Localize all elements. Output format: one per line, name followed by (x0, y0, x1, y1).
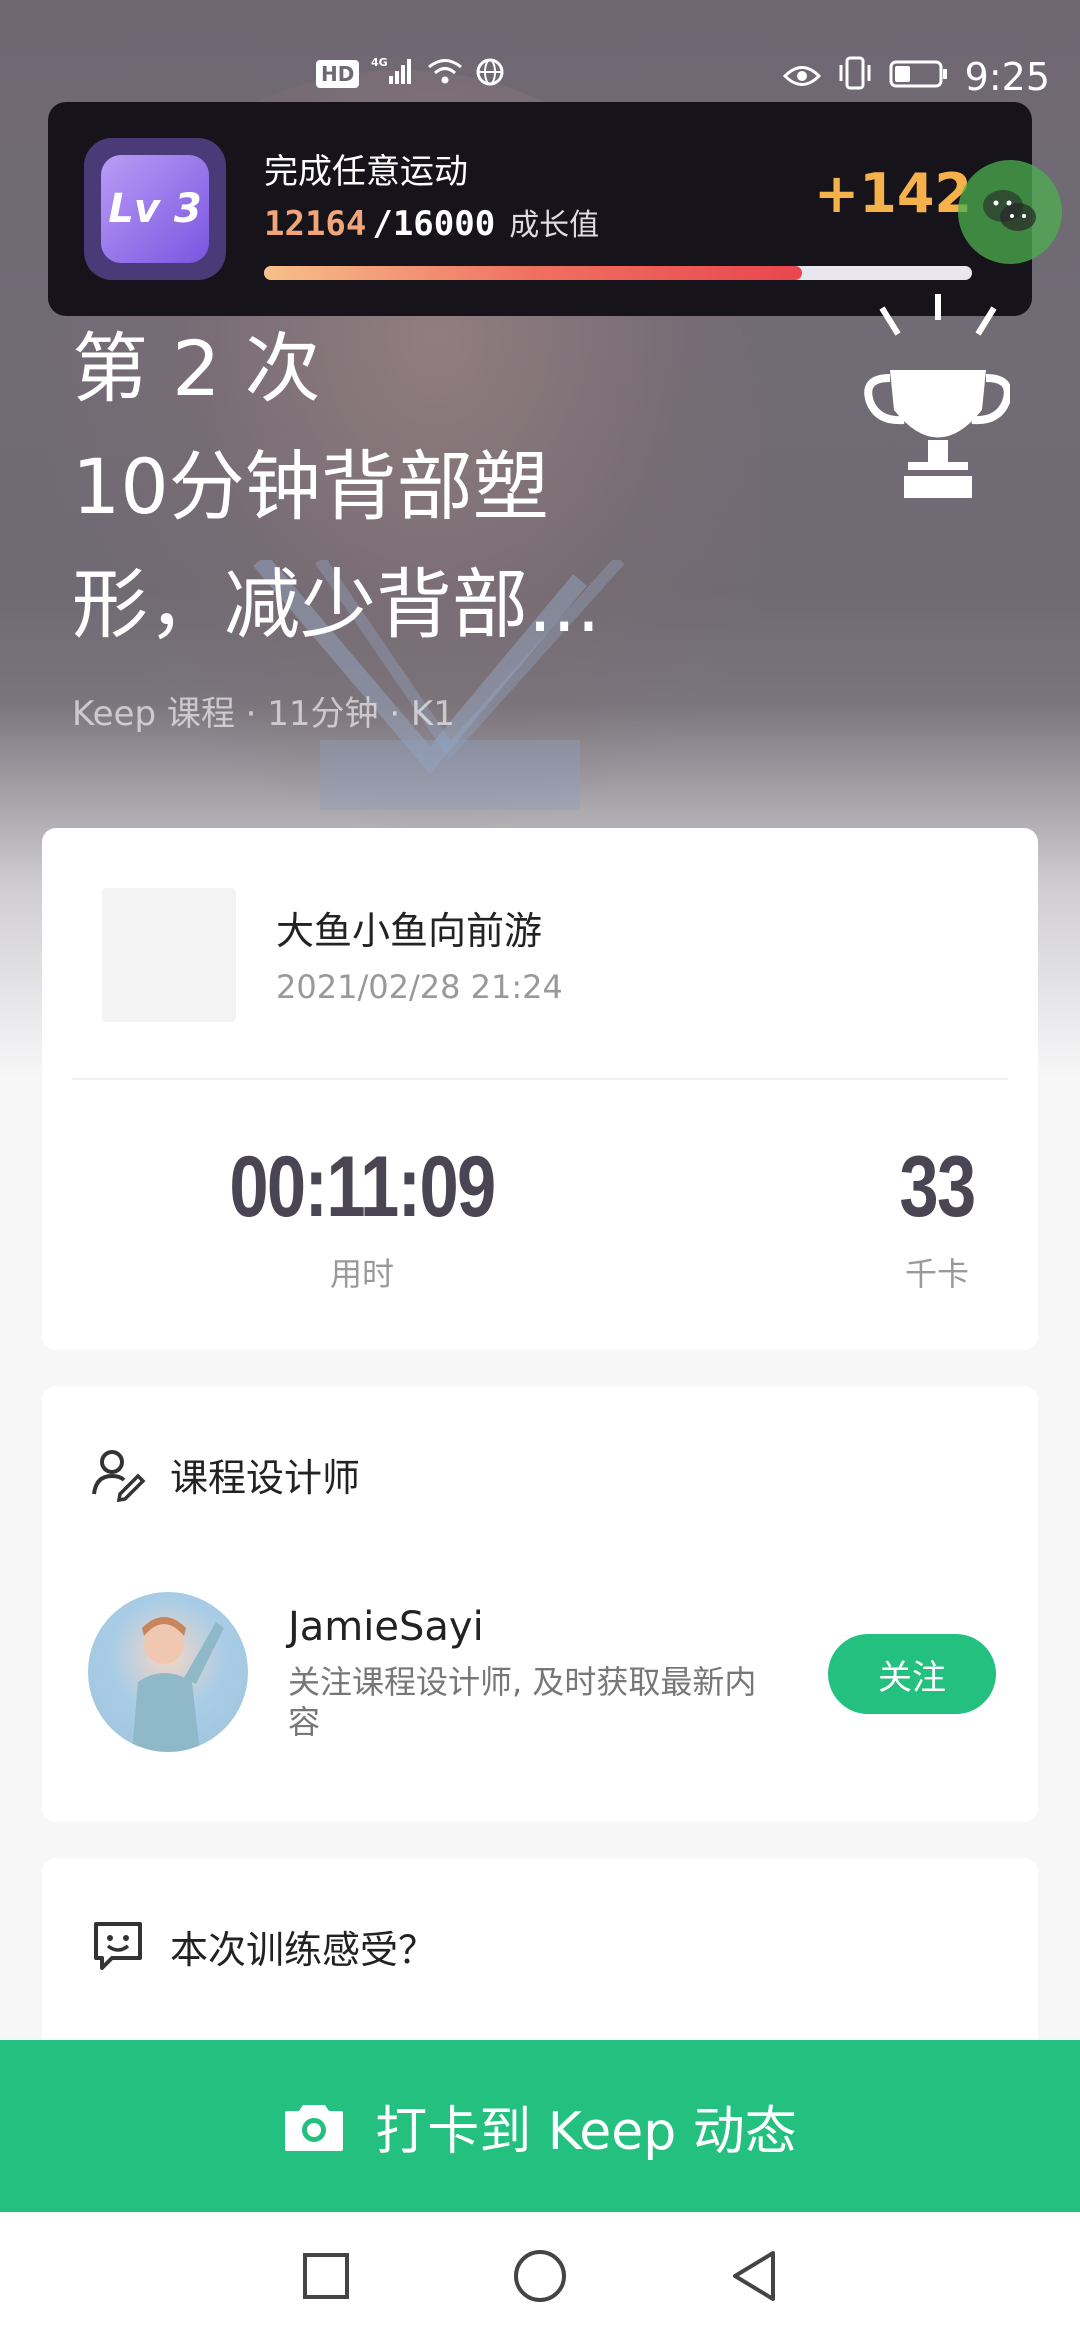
duration-label: 用时 (329, 1255, 394, 1293)
growth-total: /16000 (372, 204, 496, 244)
growth-progress-text: 12164 /16000 成长值 (264, 200, 599, 244)
home-circle-icon[interactable] (512, 2248, 568, 2304)
vibrate-icon (837, 56, 873, 99)
level-badge: Lv 3 (84, 138, 226, 280)
calories-value: 33 (899, 1139, 976, 1235)
designer-section-header: 课程设计师 (90, 1446, 360, 1502)
calories-label: 千卡 (904, 1255, 969, 1293)
duration-value: 00:11:09 (229, 1139, 496, 1235)
achievement-toast[interactable]: Lv 3 完成任意运动 12164 /16000 成长值 +142 (48, 102, 1032, 316)
wechat-share-button[interactable] (958, 160, 1062, 264)
achievement-title: 完成任意运动 (264, 152, 468, 192)
points-gained: +142 (814, 162, 972, 225)
camera-icon (285, 2105, 344, 2151)
eye-comfort-icon (782, 57, 821, 98)
user-name[interactable]: 大鱼小鱼向前游 (276, 900, 542, 955)
workout-summary-card: 大鱼小鱼向前游 2021/02/28 21:24 00:11:09 用时 33 … (42, 828, 1038, 1350)
growth-progress-fill (264, 266, 803, 280)
designer-photo (132, 1617, 224, 1752)
stat-duration: 00:11:09 用时 (172, 1138, 552, 1295)
status-time: 9:25 (964, 55, 1050, 99)
course-title-block: 第 2 次 10分钟背部塑形，减少背部... (72, 310, 692, 664)
trophy-icon (864, 294, 1010, 498)
check-in-label: 打卡到 Keep 动态 (375, 2101, 797, 2162)
level-label: Lv 3 (101, 155, 209, 263)
designer-name[interactable]: JamieSayi (288, 1604, 484, 1650)
svg-text:4G: 4G (371, 56, 388, 69)
user-avatar-placeholder[interactable] (102, 888, 236, 1022)
system-nav-bar (0, 2212, 1080, 2340)
workout-datetime: 2021/02/28 21:24 (276, 968, 563, 1006)
wifi-icon (427, 57, 463, 91)
recents-square-icon[interactable] (301, 2251, 351, 2301)
feedback-section-header: 本次训练感受？ (90, 1918, 436, 1974)
card-divider (72, 1078, 1008, 1080)
course-designer-card: 课程设计师 JamieSayi 关注课程设计师, 及时获取最新内容 关注 (42, 1386, 1038, 1822)
hd-icon: HD (316, 60, 360, 88)
vpn-globe-icon (475, 57, 505, 91)
designer-description: 关注课程设计师, 及时获取最新内容 (288, 1663, 757, 1741)
stat-calories: 33 千卡 (862, 1138, 1012, 1295)
battery-icon (889, 57, 949, 98)
course-title: 10分钟背部塑形，减少背部... (72, 442, 601, 649)
growth-current: 12164 (264, 204, 367, 244)
back-triangle-icon[interactable] (729, 2249, 779, 2303)
designer-section-title: 课程设计师 (170, 1455, 361, 1500)
check-in-button[interactable]: 打卡到 Keep 动态 (0, 2040, 1080, 2212)
designer-avatar[interactable] (88, 1592, 248, 1752)
growth-progress-bar (264, 266, 972, 280)
status-bar-right: 9:25 (782, 52, 1050, 102)
wechat-icon (983, 190, 1036, 231)
course-meta: Keep 课程 · 11分钟 · K1 (72, 694, 455, 734)
completion-count: 第 2 次 (72, 324, 321, 413)
growth-label: 成长值 (509, 208, 600, 243)
4g-signal-icon: 4G (371, 56, 415, 92)
follow-button[interactable]: 关注 (828, 1634, 996, 1714)
user-edit-icon (92, 1450, 146, 1502)
smile-chat-icon (94, 1922, 142, 1970)
feedback-section-title: 本次训练感受？ (170, 1927, 437, 1972)
status-bar-left: HD 4G (316, 56, 505, 92)
